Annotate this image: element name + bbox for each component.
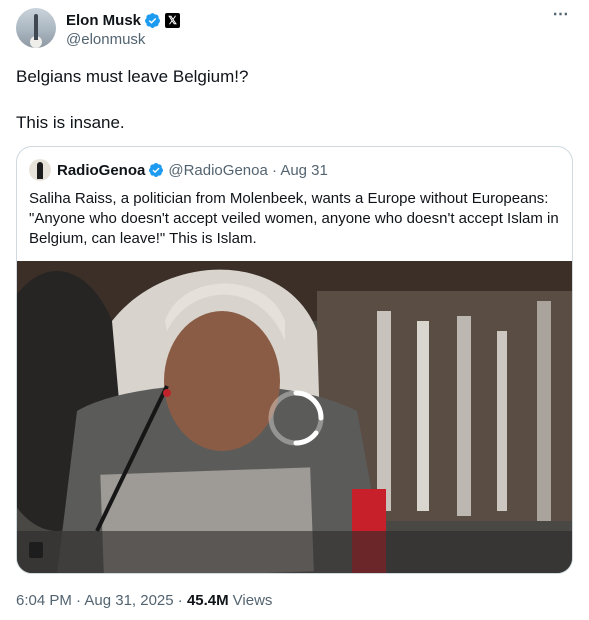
quoted-author-name: RadioGenoa bbox=[57, 161, 146, 179]
more-options-icon[interactable]: ⋯ bbox=[549, 7, 573, 28]
tweet-text-line: Belgians must leave Belgium!? bbox=[16, 67, 249, 86]
quoted-tweet-header: RadioGenoa @RadioGenoa · Aug 31 bbox=[29, 159, 328, 181]
author-name-row: Elon Musk 𝕏 bbox=[66, 10, 181, 30]
video-control-icon[interactable] bbox=[29, 542, 43, 558]
tweet-text-line: This is insane. bbox=[16, 113, 125, 132]
video-player[interactable] bbox=[17, 261, 572, 573]
author-avatar[interactable] bbox=[16, 8, 56, 48]
quoted-tweet-text: Saliha Raiss, a politician from Molenbee… bbox=[29, 190, 559, 247]
quoted-handle-date: @RadioGenoa · Aug 31 bbox=[168, 161, 328, 179]
x-logo-icon: 𝕏 bbox=[165, 12, 181, 28]
verified-badge-icon bbox=[145, 12, 160, 28]
loading-spinner-icon bbox=[268, 390, 324, 446]
author-handle[interactable]: @elonmusk bbox=[66, 31, 145, 48]
tweet-header: Elon Musk 𝕏 @elonmusk ⋯ bbox=[16, 7, 573, 52]
author-display-name[interactable]: Elon Musk bbox=[66, 12, 141, 29]
timestamp[interactable]: 6:04 PM · Aug 31, 2025 · bbox=[16, 592, 183, 609]
tweet-footer: 6:04 PM · Aug 31, 2025 · 45.4M Views bbox=[16, 592, 272, 609]
views-count: 45.4M bbox=[186, 592, 229, 609]
quoted-author-avatar bbox=[29, 159, 51, 181]
quoted-tweet[interactable]: RadioGenoa @RadioGenoa · Aug 31 Saliha R… bbox=[16, 146, 573, 574]
verified-badge-icon bbox=[149, 163, 164, 177]
tweet-text: Belgians must leave Belgium!? This is in… bbox=[16, 66, 573, 134]
views-label: Views bbox=[232, 592, 273, 609]
